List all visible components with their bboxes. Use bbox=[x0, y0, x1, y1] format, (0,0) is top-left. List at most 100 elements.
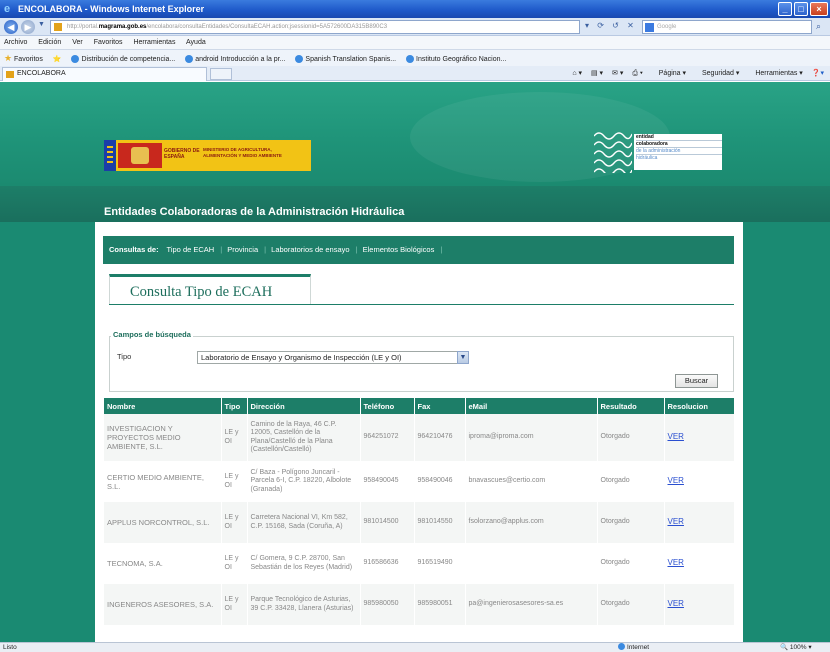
col-header-tipo[interactable]: Tipo bbox=[221, 398, 248, 414]
cell-nombre: INVESTIGACION Y PROYECTOS MEDIO AMBIENTE… bbox=[104, 414, 222, 461]
favorites-star-icon[interactable]: ★ bbox=[4, 53, 12, 63]
entidad-line: colaboradora bbox=[636, 141, 722, 148]
cell-direccion: Parque Tecnológico de Asturias, 39 C.P. … bbox=[247, 584, 361, 625]
feeds-icon[interactable]: ▤ ▾ bbox=[591, 70, 603, 77]
favorites-button[interactable]: Favoritos bbox=[14, 56, 43, 63]
cell-fax: 916519490 bbox=[414, 543, 466, 584]
search-input[interactable]: Google bbox=[642, 20, 812, 34]
table-row: INGENEROS ASESORES, S.A. LE y OI Parque … bbox=[104, 584, 735, 625]
nav-laboratorios[interactable]: Laboratorios de ensayo bbox=[271, 245, 349, 254]
menu-herramientas[interactable]: Herramientas bbox=[133, 39, 175, 46]
ver-link[interactable]: VER bbox=[668, 432, 684, 441]
col-header-resultado[interactable]: Resultado bbox=[597, 398, 665, 414]
gobierno-logo[interactable]: GOBIERNO DE ESPAÑA MINISTERIO DE AGRICUL… bbox=[104, 140, 311, 171]
status-text: Listo bbox=[3, 644, 17, 651]
cell-tipo: LE y OI bbox=[221, 461, 248, 502]
tab-encolabora[interactable]: ENCOLABORA bbox=[2, 67, 207, 81]
menu-ver[interactable]: Ver bbox=[72, 39, 83, 46]
cmd-herramientas[interactable]: Herramientas ▾ bbox=[748, 70, 802, 77]
close-window-button[interactable]: × bbox=[810, 2, 828, 16]
nav-tipo-ecah[interactable]: Tipo de ECAH bbox=[167, 245, 215, 254]
table-row: TECNOMA, S.A. LE y OI C/ Gomera, 9 C.P. … bbox=[104, 543, 735, 584]
entidad-line: hidráulica bbox=[636, 155, 658, 161]
cmd-seguridad[interactable]: Seguridad ▾ bbox=[695, 70, 739, 77]
entidad-colaboradora-logo[interactable]: entidad colaboradora de la administració… bbox=[594, 130, 724, 173]
favorite-link-label: Instituto Geográfico Nacion... bbox=[416, 56, 507, 63]
favorite-link[interactable]: Spanish Translation Spanis... bbox=[295, 55, 397, 64]
table-header-row: Nombre Tipo Dirección Teléfono Fax eMail… bbox=[104, 398, 735, 414]
nav-separator: | bbox=[355, 245, 358, 254]
col-header-telefono[interactable]: Teléfono bbox=[360, 398, 415, 414]
favorite-link[interactable]: android Introducción a la pr... bbox=[185, 55, 286, 64]
ver-link[interactable]: VER bbox=[668, 517, 684, 526]
col-header-email[interactable]: eMail bbox=[465, 398, 598, 414]
cell-resolucion: VER bbox=[664, 543, 735, 584]
google-icon bbox=[645, 23, 654, 32]
ie-page-icon bbox=[406, 55, 415, 64]
nav-elementos-biologicos[interactable]: Elementos Biológicos bbox=[363, 245, 435, 254]
col-header-resolucion[interactable]: Resolucion bbox=[664, 398, 735, 414]
forward-button[interactable]: ▶ bbox=[21, 20, 35, 34]
ver-link[interactable]: VER bbox=[668, 558, 684, 567]
results-table: Nombre Tipo Dirección Teléfono Fax eMail… bbox=[104, 398, 735, 625]
consultas-nav: Consultas de: Tipo de ECAH | Provincia | L… bbox=[103, 236, 734, 264]
ie-logo-icon: e bbox=[4, 3, 11, 15]
cell-nombre: CERTIO MEDIO AMBIENTE, S.L. bbox=[104, 461, 222, 502]
favorite-link[interactable]: Instituto Geográfico Nacion... bbox=[406, 55, 507, 64]
favorite-link-label: android Introducción a la pr... bbox=[195, 56, 286, 63]
col-header-fax[interactable]: Fax bbox=[414, 398, 466, 414]
minimize-button[interactable]: _ bbox=[778, 2, 792, 16]
back-button[interactable]: ◀ bbox=[4, 20, 18, 34]
zoom-level[interactable]: 🔍 100% ▾ bbox=[780, 643, 812, 652]
address-input[interactable]: http://portal.magrama.gob.es/encolabora/… bbox=[50, 20, 580, 34]
nav-separator: | bbox=[220, 245, 223, 254]
tab-bar: ENCOLABORA ⌂ ▾ ▤ ▾ ✉ ▾ ⎙ ▾ Página ▾ Segu… bbox=[0, 66, 830, 81]
history-dropdown-icon[interactable]: ▼ bbox=[38, 21, 45, 28]
ver-link[interactable]: VER bbox=[668, 599, 684, 608]
menu-archivo[interactable]: Archivo bbox=[4, 39, 27, 46]
table-row: CERTIO MEDIO AMBIENTE, S.L. LE y OI C/ B… bbox=[104, 461, 735, 502]
favorite-link-label: Spanish Translation Spanis... bbox=[305, 56, 397, 63]
zone-label: Internet bbox=[627, 644, 650, 651]
chevron-down-icon[interactable]: ▼ bbox=[457, 351, 469, 364]
buscar-button[interactable]: Buscar bbox=[675, 374, 718, 388]
print-icon[interactable]: ⎙ ▾ bbox=[632, 70, 643, 77]
col-header-nombre[interactable]: Nombre bbox=[104, 398, 222, 414]
maximize-button[interactable]: □ bbox=[794, 2, 808, 16]
waves-logo-icon bbox=[594, 132, 632, 173]
cell-direccion: Carretera Nacional VI, Km 582, C.P. 1516… bbox=[247, 502, 361, 543]
nav-provincia[interactable]: Provincia bbox=[227, 245, 258, 254]
site-banner: GOBIERNO DE ESPAÑA MINISTERIO DE AGRICUL… bbox=[0, 82, 830, 186]
home-icon[interactable]: ⌂ ▾ bbox=[572, 70, 582, 77]
cell-email: bnavascues@certio.com bbox=[465, 461, 598, 502]
add-favorite-icon[interactable]: ⭐ bbox=[53, 56, 62, 63]
cell-resultado: Otorgado bbox=[597, 543, 665, 584]
cell-direccion: C/ Baza - Polígono Juncaril - Parcela 6-… bbox=[247, 461, 361, 502]
address-tools[interactable]: ▾ ⟳ ↺ ✕ bbox=[585, 21, 637, 30]
help-icon[interactable]: ❓▾ bbox=[812, 70, 824, 77]
cell-telefono: 964251072 bbox=[360, 414, 415, 461]
menu-favoritos[interactable]: Favoritos bbox=[94, 39, 123, 46]
col-header-direccion[interactable]: Dirección bbox=[247, 398, 361, 414]
mail-icon[interactable]: ✉ ▾ bbox=[612, 70, 623, 77]
tipo-select[interactable]: Laboratorio de Ensayo y Organismo de Ins… bbox=[197, 351, 469, 364]
tipo-label: Tipo bbox=[117, 352, 132, 361]
cell-email: pa@ingenierosasesores-sa.es bbox=[465, 584, 598, 625]
security-zone[interactable]: Internet bbox=[618, 643, 649, 652]
new-tab-button[interactable] bbox=[210, 68, 232, 80]
menu-ayuda[interactable]: Ayuda bbox=[186, 39, 206, 46]
favorite-link-label: Distribución de competencia... bbox=[81, 56, 176, 63]
cell-fax: 981014550 bbox=[414, 502, 466, 543]
cell-nombre: TECNOMA, S.A. bbox=[104, 543, 222, 584]
ver-link[interactable]: VER bbox=[668, 476, 684, 485]
search-go-icon[interactable]: ⌕ bbox=[816, 21, 821, 32]
favorite-link[interactable]: Distribución de competencia... bbox=[71, 55, 176, 64]
cmd-pagina[interactable]: Página ▾ bbox=[652, 70, 686, 77]
cell-email: iproma@iproma.com bbox=[465, 414, 598, 461]
search-fieldset bbox=[109, 336, 734, 392]
eu-flag-icon bbox=[104, 140, 116, 171]
menu-edicion[interactable]: Edición bbox=[38, 39, 61, 46]
globe-icon bbox=[618, 643, 625, 650]
window-title: ENCOLABORA - Windows Internet Explorer bbox=[18, 4, 205, 14]
cell-fax: 958490046 bbox=[414, 461, 466, 502]
